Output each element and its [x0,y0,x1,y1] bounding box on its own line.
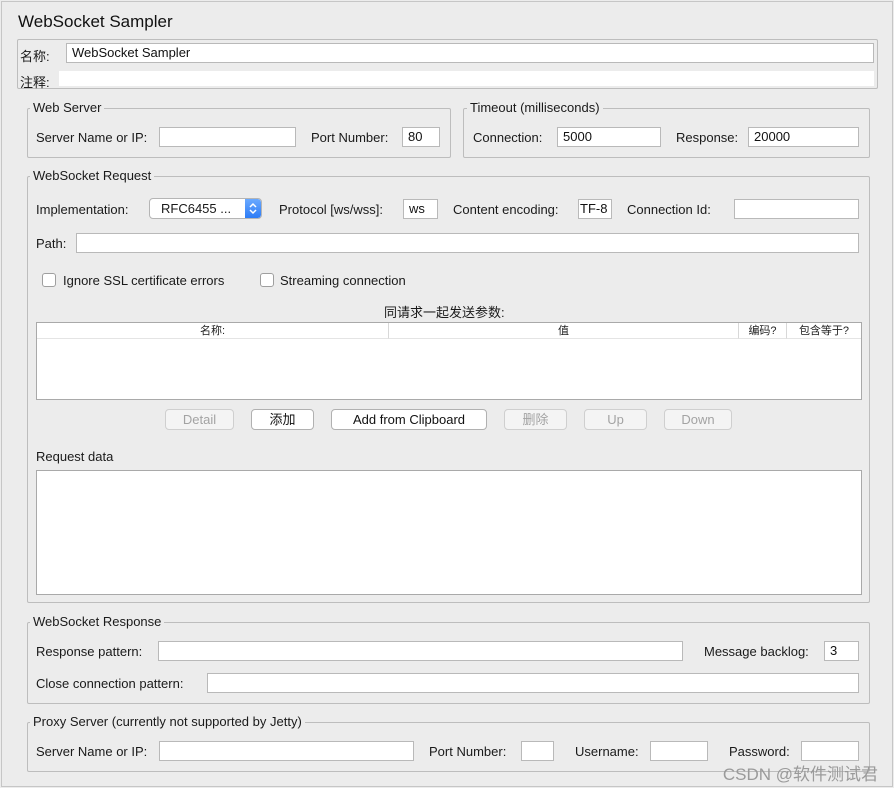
proxy-port-field[interactable] [521,741,554,761]
response-timeout-label: Response: [676,130,739,145]
response-pattern-field[interactable] [158,641,683,661]
chevron-up-down-icon [245,199,261,218]
message-backlog-label: Message backlog: [704,644,809,659]
content-encoding-label: Content encoding: [453,202,559,217]
comment-field[interactable] [59,71,874,86]
params-title: 同请求一起发送参数: [384,305,505,320]
connection-timeout-label: Connection: [473,130,543,145]
path-field[interactable] [76,233,859,253]
close-connection-pattern-field[interactable] [207,673,859,693]
websocket-response-legend: WebSocket Response [30,614,165,629]
column-header-encode[interactable]: 编码? [739,323,787,339]
add-from-clipboard-button[interactable]: Add from Clipboard [331,409,487,430]
connection-timeout-field[interactable]: 5000 [557,127,661,147]
implementation-select[interactable]: RFC6455 ... [149,198,262,219]
proxy-password-field[interactable] [801,741,859,761]
content-encoding-field[interactable]: TF-8 [578,199,612,219]
watermark: CSDN @软件测试君 [722,765,878,784]
proxy-server-legend: Proxy Server (currently not supported by… [30,714,305,729]
response-pattern-label: Response pattern: [36,644,143,659]
proxy-server-name-field[interactable] [159,741,414,761]
connection-id-field[interactable] [734,199,859,219]
proxy-username-label: Username: [575,744,639,759]
websocket-request-legend: WebSocket Request [30,168,155,183]
column-header-value[interactable]: 值 [389,323,739,339]
port-number-label: Port Number: [311,130,389,145]
message-backlog-field[interactable]: 3 [824,641,859,661]
name-field[interactable]: WebSocket Sampler [66,43,874,63]
up-button[interactable]: Up [584,409,647,430]
server-name-label: Server Name or IP: [36,130,148,145]
response-timeout-field[interactable]: 20000 [748,127,859,147]
proxy-username-field[interactable] [650,741,708,761]
protocol-field[interactable]: ws [403,199,438,219]
comment-label: 注释: [20,75,50,90]
add-button[interactable]: 添加 [251,409,314,430]
detail-button[interactable]: Detail [165,409,234,430]
implementation-label: Implementation: [36,202,129,217]
timeout-legend: Timeout (milliseconds) [467,100,603,115]
proxy-password-label: Password: [729,744,790,759]
page-title: WebSocket Sampler [18,12,173,31]
port-number-field[interactable]: 80 [402,127,440,147]
name-label: 名称: [20,49,50,64]
streaming-checkbox[interactable] [260,273,274,287]
delete-button[interactable]: 删除 [504,409,567,430]
down-button[interactable]: Down [664,409,732,430]
path-label: Path: [36,236,67,251]
implementation-value: RFC6455 ... [161,201,232,216]
request-data-label: Request data [36,449,114,464]
ignore-ssl-label: Ignore SSL certificate errors [63,273,225,288]
request-data-textarea[interactable] [36,470,862,595]
ignore-ssl-checkbox[interactable] [42,273,56,287]
streaming-label: Streaming connection [280,273,406,288]
close-connection-pattern-label: Close connection pattern: [36,676,184,691]
params-table[interactable]: 名称: 值 编码? 包含等于? [36,322,862,400]
proxy-port-label: Port Number: [429,744,507,759]
proxy-server-name-label: Server Name or IP: [36,744,148,759]
column-header-name[interactable]: 名称: [37,323,389,339]
server-name-field[interactable] [159,127,296,147]
column-header-include-equals[interactable]: 包含等于? [787,323,861,339]
connection-id-label: Connection Id: [627,202,711,217]
web-server-legend: Web Server [30,100,105,115]
protocol-label: Protocol [ws/wss]: [279,202,384,217]
